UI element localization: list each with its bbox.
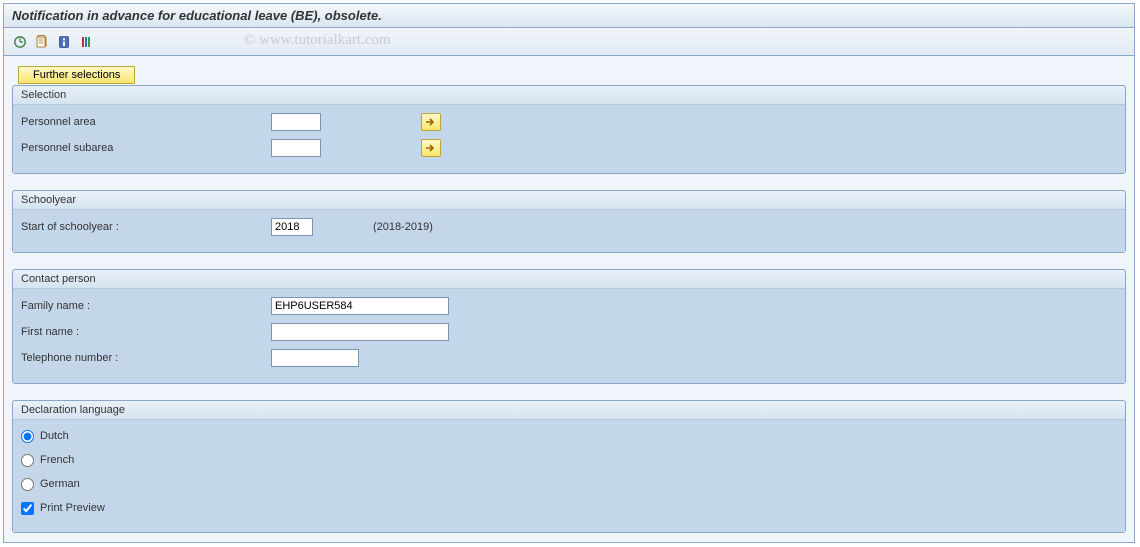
personnel-subarea-label: Personnel subarea — [21, 140, 271, 156]
personnel-subarea-multiselect-button[interactable] — [421, 139, 441, 157]
variant-icon[interactable] — [32, 32, 52, 52]
schoolyear-row: Start of schoolyear : (2018-2019) — [21, 216, 1117, 238]
first-name-label: First name : — [21, 324, 271, 340]
app-window: Notification in advance for educational … — [3, 3, 1135, 543]
execute-icon[interactable] — [10, 32, 30, 52]
dutch-label: Dutch — [40, 430, 69, 442]
data-sources-icon[interactable] — [76, 32, 96, 52]
personnel-subarea-row: Personnel subarea — [21, 137, 1117, 159]
personnel-subarea-input[interactable] — [271, 139, 321, 157]
schoolyear-header: Schoolyear — [13, 191, 1125, 210]
selection-group: Selection Personnel area Personnel subar… — [12, 85, 1126, 174]
print-preview-label: Print Preview — [40, 502, 105, 514]
dutch-radio[interactable] — [21, 430, 34, 443]
personnel-area-label: Personnel area — [21, 114, 271, 130]
title-bar: Notification in advance for educational … — [4, 4, 1134, 28]
schoolyear-range: (2018-2019) — [373, 221, 433, 233]
french-radio[interactable] — [21, 454, 34, 467]
first-name-row: First name : — [21, 321, 1117, 343]
print-preview-row: Print Preview — [21, 498, 1117, 518]
telephone-input[interactable] — [271, 349, 359, 367]
contact-header: Contact person — [13, 270, 1125, 289]
further-selections-button[interactable]: Further selections — [18, 66, 135, 84]
selection-header: Selection — [13, 86, 1125, 105]
contact-group: Contact person Family name : First name … — [12, 269, 1126, 384]
german-label: German — [40, 478, 80, 490]
german-radio[interactable] — [21, 478, 34, 491]
personnel-area-multiselect-button[interactable] — [421, 113, 441, 131]
page-title: Notification in advance for educational … — [12, 8, 382, 23]
schoolyear-label: Start of schoolyear : — [21, 219, 271, 235]
toolbar: © www.tutorialkart.com — [4, 28, 1134, 56]
telephone-row: Telephone number : — [21, 347, 1117, 369]
family-name-label: Family name : — [21, 298, 271, 314]
content-area: Further selections Selection Personnel a… — [4, 56, 1134, 542]
watermark: © www.tutorialkart.com — [244, 32, 391, 49]
first-name-input[interactable] — [271, 323, 449, 341]
german-radio-row: German — [21, 474, 1117, 494]
language-header: Declaration language — [13, 401, 1125, 420]
family-name-input[interactable] — [271, 297, 449, 315]
info-icon[interactable] — [54, 32, 74, 52]
personnel-area-input[interactable] — [271, 113, 321, 131]
schoolyear-group: Schoolyear Start of schoolyear : (2018-2… — [12, 190, 1126, 253]
personnel-area-row: Personnel area — [21, 111, 1117, 133]
dutch-radio-row: Dutch — [21, 426, 1117, 446]
schoolyear-input[interactable] — [271, 218, 313, 236]
language-group: Declaration language Dutch French German… — [12, 400, 1126, 533]
french-radio-row: French — [21, 450, 1117, 470]
print-preview-checkbox[interactable] — [21, 502, 34, 515]
french-label: French — [40, 454, 74, 466]
telephone-label: Telephone number : — [21, 350, 271, 366]
family-name-row: Family name : — [21, 295, 1117, 317]
